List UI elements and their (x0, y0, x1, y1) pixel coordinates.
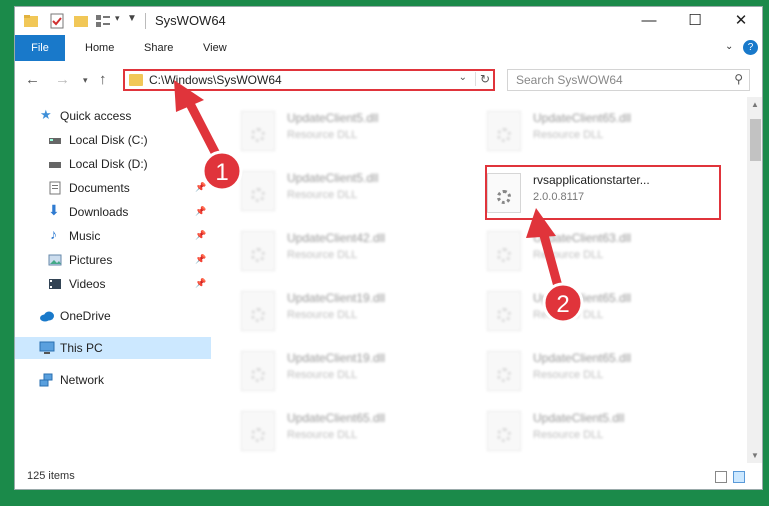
sidebar-item-onedrive[interactable]: OneDrive (15, 305, 211, 327)
navigation-bar: ← → ▾ ↑ C:\Windows\SysWOW64 ⌄ ↻ Search S… (15, 61, 762, 97)
download-icon: ⬇ (48, 202, 60, 218)
sidebar-item-quick-access[interactable]: ★ Quick access (15, 105, 211, 127)
scroll-down-icon[interactable]: ▼ (751, 451, 759, 460)
sidebar-item-pictures[interactable]: Pictures 📌 (15, 249, 211, 271)
file-item[interactable]: UpdateClient5.dll Resource DLL (481, 405, 711, 457)
dll-file-icon (241, 171, 275, 211)
dll-file-icon (487, 231, 521, 271)
sidebar-item-local-disk-c[interactable]: Local Disk (C:) (15, 129, 211, 151)
status-bar: 125 items (15, 463, 762, 489)
file-item[interactable]: UpdateClient65.dll Resource DLL (481, 285, 711, 337)
view-options-icon[interactable] (95, 13, 111, 29)
pin-icon[interactable]: 📌 (195, 230, 206, 241)
sidebar-item-videos[interactable]: Videos 📌 (15, 273, 211, 295)
properties-icon[interactable] (49, 13, 65, 29)
pin-icon[interactable]: 📌 (195, 206, 206, 217)
file-item[interactable]: UpdateClient42.dll Resource DLL (235, 225, 465, 277)
file-item[interactable]: UpdateClient5.dll Resource DLL (235, 165, 465, 217)
title-separator (145, 13, 146, 29)
dll-file-icon (487, 351, 521, 391)
dll-file-icon (241, 111, 275, 151)
dll-file-icon (487, 411, 521, 451)
sidebar-item-network[interactable]: Network (15, 369, 211, 391)
address-dropdown-icon[interactable]: ⌄ (459, 72, 467, 83)
sidebar-item-documents[interactable]: Documents 📌 (15, 177, 211, 199)
dll-file-icon (241, 291, 275, 331)
explorer-window: ▾ ▼ SysWOW64 — ☐ ✕ File Home Share View … (14, 6, 763, 490)
file-item[interactable]: UpdateClient65.dll Resource DLL (481, 105, 711, 157)
maximize-button[interactable]: ☐ (672, 7, 718, 35)
file-item[interactable]: UpdateClient63.dll Resource DLL (481, 225, 711, 277)
sidebar-item-downloads[interactable]: ⬇ Downloads 📌 (15, 201, 211, 223)
title-bar: ▾ ▼ SysWOW64 — ☐ ✕ (15, 7, 762, 35)
music-icon: ♪ (50, 226, 57, 242)
file-item[interactable]: UpdateClient19.dll Resource DLL (235, 285, 465, 337)
address-folder-icon (129, 74, 143, 86)
expand-ribbon-icon[interactable]: ⌄ (725, 41, 733, 52)
file-item[interactable]: UpdateClient65.dll Resource DLL (481, 345, 711, 397)
forward-arrow-icon[interactable]: → (55, 71, 70, 88)
cloud-icon (39, 309, 54, 323)
videos-icon (48, 277, 62, 291)
quick-access-menu-icon[interactable]: ▼ (127, 13, 143, 29)
star-icon: ★ (40, 107, 52, 122)
vertical-scrollbar[interactable]: ▲ ▼ (747, 97, 762, 463)
sidebar-item-this-pc[interactable]: This PC (15, 337, 211, 359)
dll-file-icon (487, 111, 521, 151)
network-icon (39, 373, 53, 387)
search-placeholder[interactable]: Search SysWOW64 (516, 73, 623, 87)
item-count: 125 items (27, 470, 75, 482)
tab-view[interactable]: View (203, 35, 227, 61)
dll-file-icon (241, 411, 275, 451)
pin-icon[interactable]: 📌 (195, 254, 206, 265)
address-bar[interactable]: C:\Windows\SysWOW64 ⌄ ↻ (123, 69, 495, 91)
drive-icon (48, 157, 62, 171)
help-icon[interactable]: ? (743, 40, 758, 55)
new-folder-icon[interactable] (73, 13, 89, 29)
scroll-thumb[interactable] (750, 119, 761, 161)
large-icons-view-icon[interactable] (733, 471, 745, 483)
dll-file-icon (241, 351, 275, 391)
file-list: UpdateClient5.dll Resource DLL UpdateCli… (211, 97, 747, 463)
up-arrow-icon[interactable]: ↑ (99, 71, 107, 88)
pictures-icon (48, 253, 62, 267)
highlight-box (485, 165, 721, 220)
drive-icon (48, 133, 62, 147)
refresh-icon[interactable]: ↻ (474, 72, 490, 86)
tab-share[interactable]: Share (144, 35, 173, 61)
dll-file-icon (487, 291, 521, 331)
sidebar-item-local-disk-d[interactable]: Local Disk (D:) (15, 153, 211, 175)
ribbon: File Home Share View ⌄ ? (15, 35, 762, 87)
pin-icon[interactable]: 📌 (195, 182, 206, 193)
recent-locations-icon[interactable]: ▾ (83, 75, 88, 86)
file-item[interactable]: UpdateClient65.dll Resource DLL (235, 405, 465, 457)
documents-icon (48, 181, 62, 195)
tab-home[interactable]: Home (85, 35, 114, 61)
sidebar-item-music[interactable]: ♪ Music 📌 (15, 225, 211, 247)
address-path[interactable]: C:\Windows\SysWOW64 (149, 73, 282, 87)
file-item[interactable]: UpdateClient19.dll Resource DLL (235, 345, 465, 397)
dll-file-icon (241, 231, 275, 271)
pin-icon[interactable]: 📌 (195, 278, 206, 289)
details-view-icon[interactable] (715, 471, 727, 483)
back-arrow-icon[interactable]: ← (25, 71, 40, 88)
search-box[interactable]: Search SysWOW64 ⚲ (507, 69, 750, 91)
window-title: SysWOW64 (155, 13, 226, 28)
scroll-up-icon[interactable]: ▲ (751, 100, 759, 109)
navigation-pane: ★ Quick access Local Disk (C:) Local Dis… (15, 97, 211, 463)
computer-icon (39, 341, 55, 355)
minimize-button[interactable]: — (626, 7, 672, 35)
folder-icon (23, 13, 39, 29)
search-icon: ⚲ (734, 72, 743, 86)
close-button[interactable]: ✕ (718, 7, 762, 35)
file-item[interactable]: UpdateClient5.dll Resource DLL (235, 105, 465, 157)
